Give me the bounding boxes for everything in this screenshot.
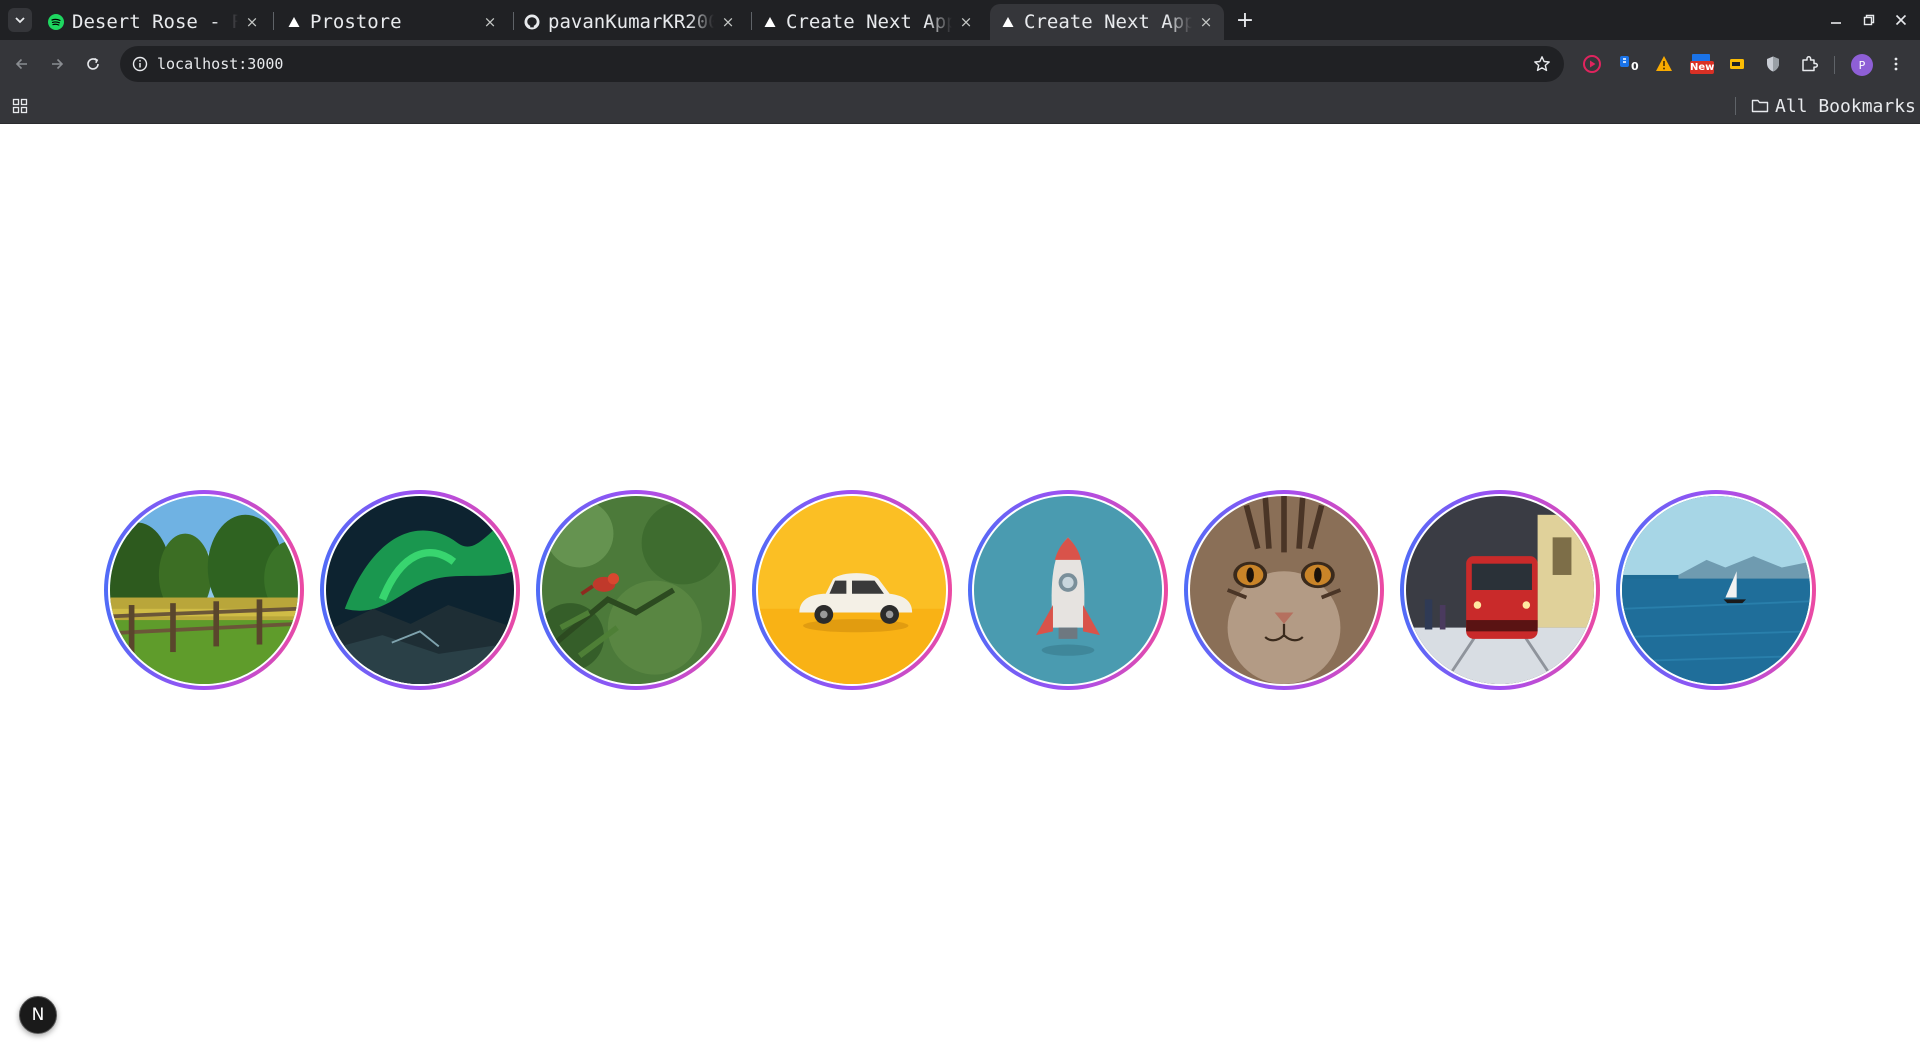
tab-2[interactable]: Prostore × xyxy=(276,4,508,40)
all-bookmarks-button[interactable]: All Bookmarks xyxy=(1751,88,1916,124)
apps-grid-icon[interactable] xyxy=(10,96,30,116)
nextjs-icon xyxy=(286,14,302,30)
story-image xyxy=(1190,496,1378,684)
github-icon xyxy=(524,14,540,30)
address-bar[interactable]: localhost:3000 xyxy=(120,46,1564,82)
page-content xyxy=(0,124,1920,1053)
tab-divider xyxy=(273,12,274,30)
close-tab-icon[interactable]: × xyxy=(242,12,262,32)
tab-5-active[interactable]: Create Next App × xyxy=(990,4,1224,40)
extension-new-badge: New xyxy=(1690,62,1715,73)
nextjs-icon xyxy=(1000,14,1016,30)
arrow-right-icon xyxy=(52,58,64,70)
story-sailboat[interactable] xyxy=(1616,490,1816,690)
story-image xyxy=(1622,496,1810,684)
more-vertical-icon xyxy=(1894,57,1898,71)
minimize-button[interactable] xyxy=(1824,8,1848,32)
arrow-left-icon xyxy=(15,58,27,70)
close-tab-icon[interactable]: × xyxy=(956,12,976,32)
restore-button[interactable] xyxy=(1857,8,1881,32)
story-image xyxy=(326,496,514,684)
tab-3[interactable]: pavanKumarKR2000/ × xyxy=(514,4,746,40)
chevron-down-icon xyxy=(15,17,25,24)
story-image xyxy=(1406,496,1594,684)
extension-folder-icon[interactable] xyxy=(1725,52,1749,76)
tab-title: pavanKumarKR2000/ xyxy=(548,11,714,33)
tab-4[interactable]: Create Next App × xyxy=(752,4,984,40)
browser-toolbar: localhost:3000 0 New xyxy=(0,40,1920,88)
tab-title: Create Next App xyxy=(786,11,952,33)
minimize-icon xyxy=(1831,22,1841,24)
bookmarks-bar: All Bookmarks xyxy=(0,88,1920,124)
tab-strip: Desert Rose - Radio Edit × Prostore × pa… xyxy=(0,0,1920,40)
tab-title: Create Next App xyxy=(1024,11,1192,33)
extension-shield-icon[interactable] xyxy=(1761,52,1785,76)
story-image xyxy=(974,496,1162,684)
menu-button[interactable] xyxy=(1884,52,1908,76)
profile-avatar[interactable]: P xyxy=(1851,54,1873,76)
nextjs-icon xyxy=(762,14,778,30)
tab-1[interactable]: Desert Rose - Radio Edit × xyxy=(38,4,270,40)
url-text[interactable]: localhost:3000 xyxy=(157,46,283,82)
tab-search-button[interactable] xyxy=(8,8,32,32)
close-window-button[interactable] xyxy=(1889,8,1913,32)
reload-icon xyxy=(87,57,99,70)
story-rocket[interactable] xyxy=(968,490,1168,690)
reload-button[interactable] xyxy=(81,52,105,76)
back-button[interactable] xyxy=(10,52,34,76)
site-info-icon[interactable] xyxy=(130,54,150,74)
all-bookmarks-label: All Bookmarks xyxy=(1775,95,1916,117)
forward-button[interactable] xyxy=(45,52,69,76)
close-icon xyxy=(1895,14,1907,26)
nextjs-dev-indicator[interactable]: N xyxy=(19,996,57,1034)
story-meadow-fence[interactable] xyxy=(104,490,304,690)
close-tab-icon[interactable]: × xyxy=(718,12,738,32)
extension-new-icon[interactable]: New xyxy=(1688,52,1716,76)
extension-counter-badge: 0 xyxy=(1631,60,1639,73)
bookmark-star-icon[interactable] xyxy=(1532,54,1552,74)
restore-icon xyxy=(1863,14,1875,26)
story-toy-car[interactable] xyxy=(752,490,952,690)
extension-warning-icon[interactable] xyxy=(1652,52,1676,76)
folder-icon xyxy=(1751,98,1769,114)
story-image xyxy=(110,496,298,684)
extension-counter-icon[interactable]: 0 xyxy=(1617,52,1641,76)
story-image xyxy=(542,496,730,684)
tab-title: Prostore xyxy=(310,11,402,33)
story-train[interactable] xyxy=(1400,490,1600,690)
bookmarks-divider xyxy=(1735,97,1736,115)
new-tab-button[interactable]: + xyxy=(1233,8,1257,33)
story-bird[interactable] xyxy=(536,490,736,690)
close-tab-icon[interactable]: × xyxy=(480,12,500,32)
tab-title: Desert Rose - Radio Edit xyxy=(72,11,238,33)
extension-record-icon[interactable] xyxy=(1580,52,1604,76)
story-image xyxy=(758,496,946,684)
story-cat[interactable] xyxy=(1184,490,1384,690)
toolbar-divider xyxy=(1834,56,1835,74)
close-tab-icon[interactable]: × xyxy=(1196,12,1216,32)
spotify-icon xyxy=(48,14,64,30)
extensions-puzzle-icon[interactable] xyxy=(1797,52,1821,76)
story-aurora[interactable] xyxy=(320,490,520,690)
